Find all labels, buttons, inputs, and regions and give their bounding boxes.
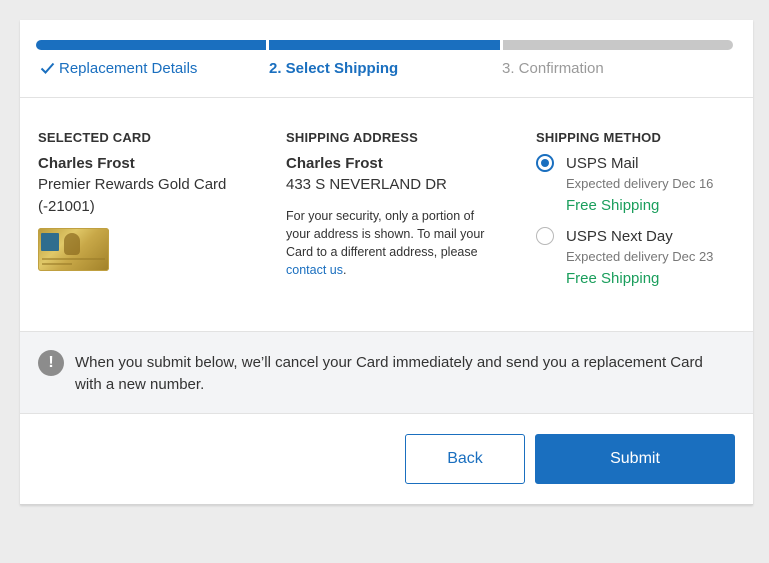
security-note-text: For your security, only a portion of you…: [286, 209, 485, 259]
shipping-option-name: USPS Mail: [566, 155, 639, 172]
progress-bar: [36, 40, 733, 50]
step-replacement-details[interactable]: Replacement Details: [40, 60, 197, 78]
amex-logo-icon: [41, 233, 59, 251]
shipping-option-price: Free Shipping: [566, 270, 660, 287]
card-number: (-21001): [38, 198, 95, 215]
radio-selected-icon[interactable]: [536, 154, 554, 172]
security-note: For your security, only a portion of you…: [286, 207, 496, 279]
card-stripe: [42, 258, 105, 260]
card-stripe: [42, 263, 72, 265]
exclamation-icon: !: [38, 350, 64, 376]
security-note-end: .: [342, 263, 347, 277]
shipping-option-eta: Expected delivery Dec 23: [566, 249, 714, 264]
step-label: 3. Confirmation: [502, 60, 604, 77]
shipping-method-section: SHIPPING METHOD USPS Mail Expected deliv…: [536, 130, 736, 300]
header-divider: [20, 97, 753, 98]
step-label: Replacement Details: [59, 60, 198, 77]
shipping-address-heading: SHIPPING ADDRESS: [286, 130, 419, 145]
progress-segment-1: [36, 40, 266, 50]
progress-segment-3: [503, 40, 733, 50]
shipping-address-section: SHIPPING ADDRESS Charles Frost 433 S NEV…: [286, 130, 496, 279]
step-label: 2. Select Shipping: [269, 60, 399, 77]
street-address: 433 S NEVERLAND DR: [286, 176, 447, 193]
card-product-name: Premier Rewards Gold Card: [38, 176, 227, 193]
centurion-icon: [64, 233, 80, 255]
checkmark-icon: [40, 62, 55, 74]
shipping-option-name: USPS Next Day: [566, 228, 673, 245]
recipient-name: Charles Frost: [286, 155, 383, 172]
selected-card-heading: SELECTED CARD: [38, 130, 152, 145]
card-image: [38, 228, 109, 271]
shipping-option-price: Free Shipping: [566, 197, 660, 214]
submit-button[interactable]: Submit: [535, 434, 735, 484]
shipping-option-usps-next-day[interactable]: USPS Next Day Expected delivery Dec 23 F…: [536, 227, 736, 290]
progress-segment-2: [269, 40, 500, 50]
back-button[interactable]: Back: [405, 434, 525, 484]
replace-card-panel: Replacement Details 2. Select Shipping 3…: [20, 20, 753, 505]
shipping-option-eta: Expected delivery Dec 16: [566, 176, 714, 191]
contact-us-link[interactable]: contact us: [286, 263, 343, 277]
cancellation-notice: ! When you submit below, we’ll cancel yo…: [20, 331, 753, 414]
card-holder-name: Charles Frost: [38, 155, 135, 172]
radio-unselected-icon[interactable]: [536, 227, 554, 245]
notice-text: When you submit below, we’ll cancel your…: [75, 354, 703, 393]
step-select-shipping: 2. Select Shipping: [269, 60, 398, 78]
step-confirmation: 3. Confirmation: [502, 60, 604, 78]
shipping-option-usps-mail[interactable]: USPS Mail Expected delivery Dec 16 Free …: [536, 154, 736, 217]
shipping-method-heading: SHIPPING METHOD: [536, 130, 662, 145]
selected-card-section: SELECTED CARD Charles Frost Premier Rewa…: [38, 130, 268, 271]
